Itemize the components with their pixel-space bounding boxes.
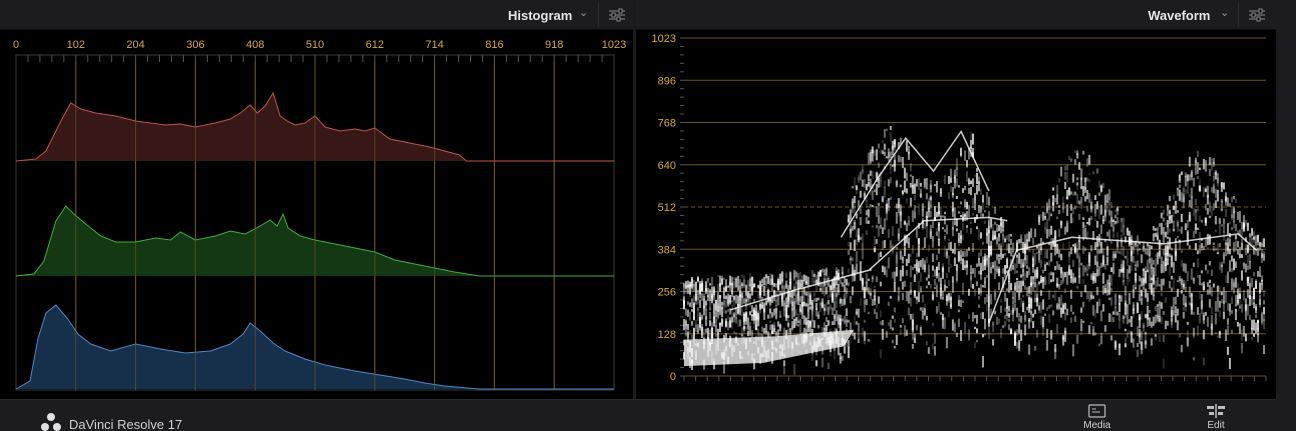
histogram-tick-label: 204 [126, 39, 144, 51]
waveform-tick-label: 0 [670, 371, 676, 383]
waveform-tick-label: 384 [658, 244, 676, 256]
waveform-settings-button[interactable] [1239, 0, 1275, 30]
waveform-title[interactable]: Waveform [1148, 8, 1210, 23]
histogram-tick-label: 816 [485, 39, 503, 51]
media-icon [1088, 404, 1106, 418]
footer-bar: DaVinci Resolve 17 Media Edit [0, 399, 1276, 431]
edit-timeline-icon [1207, 404, 1225, 418]
edit-page-button[interactable]: Edit [1196, 404, 1236, 431]
waveform-panel: Waveform ⌄ 1023 896 768 640 512 384 256 128 0 [636, 0, 1276, 399]
waveform-tick-label: 512 [658, 202, 676, 214]
waveform-header: Waveform ⌄ [636, 0, 1276, 30]
waveform-tick-label: 256 [658, 287, 676, 299]
chevron-down-icon[interactable]: ⌄ [579, 6, 588, 19]
histogram-tick-label: 510 [306, 39, 324, 51]
media-page-button[interactable]: Media [1077, 404, 1117, 431]
davinci-logo-icon [41, 413, 61, 431]
scrollbar-track[interactable] [1276, 0, 1296, 431]
waveform-tick-label: 768 [658, 118, 676, 130]
app-name: DaVinci Resolve 17 [69, 417, 183, 431]
histogram-tick-label: 102 [67, 39, 85, 51]
histogram-tick-label: 612 [366, 39, 384, 51]
sliders-icon [1249, 8, 1265, 22]
histogram-tick-label: 0 [13, 39, 19, 51]
chevron-down-icon[interactable]: ⌄ [1220, 6, 1229, 19]
histogram-tick-label: 408 [246, 39, 264, 51]
histogram-plot: 0 102 204 306 408 510 612 714 816 918 1023 [13, 39, 626, 391]
waveform-tick-label: 896 [658, 75, 676, 87]
waveform-tick-label: 1023 [652, 33, 676, 45]
histogram-settings-button[interactable] [599, 0, 635, 30]
waveform-tick-label: 640 [658, 160, 676, 172]
histogram-header: Histogram ⌄ [0, 0, 633, 30]
media-label: Media [1083, 420, 1111, 431]
waveform-tick-label: 128 [658, 329, 676, 341]
histogram-title[interactable]: Histogram [508, 8, 572, 23]
histogram-tick-label: 306 [186, 39, 204, 51]
waveform-plot: 1023 896 768 640 512 384 256 128 0 [652, 33, 1267, 383]
sliders-icon [609, 8, 625, 22]
histogram-tick-label: 1023 [602, 39, 626, 51]
edit-label: Edit [1207, 420, 1225, 431]
histogram-tick-label: 714 [425, 39, 443, 51]
histogram-tick-label: 918 [545, 39, 563, 51]
histogram-panel: Histogram ⌄ 0 102 204 306 408 510 612 714 816 918… [0, 0, 633, 399]
